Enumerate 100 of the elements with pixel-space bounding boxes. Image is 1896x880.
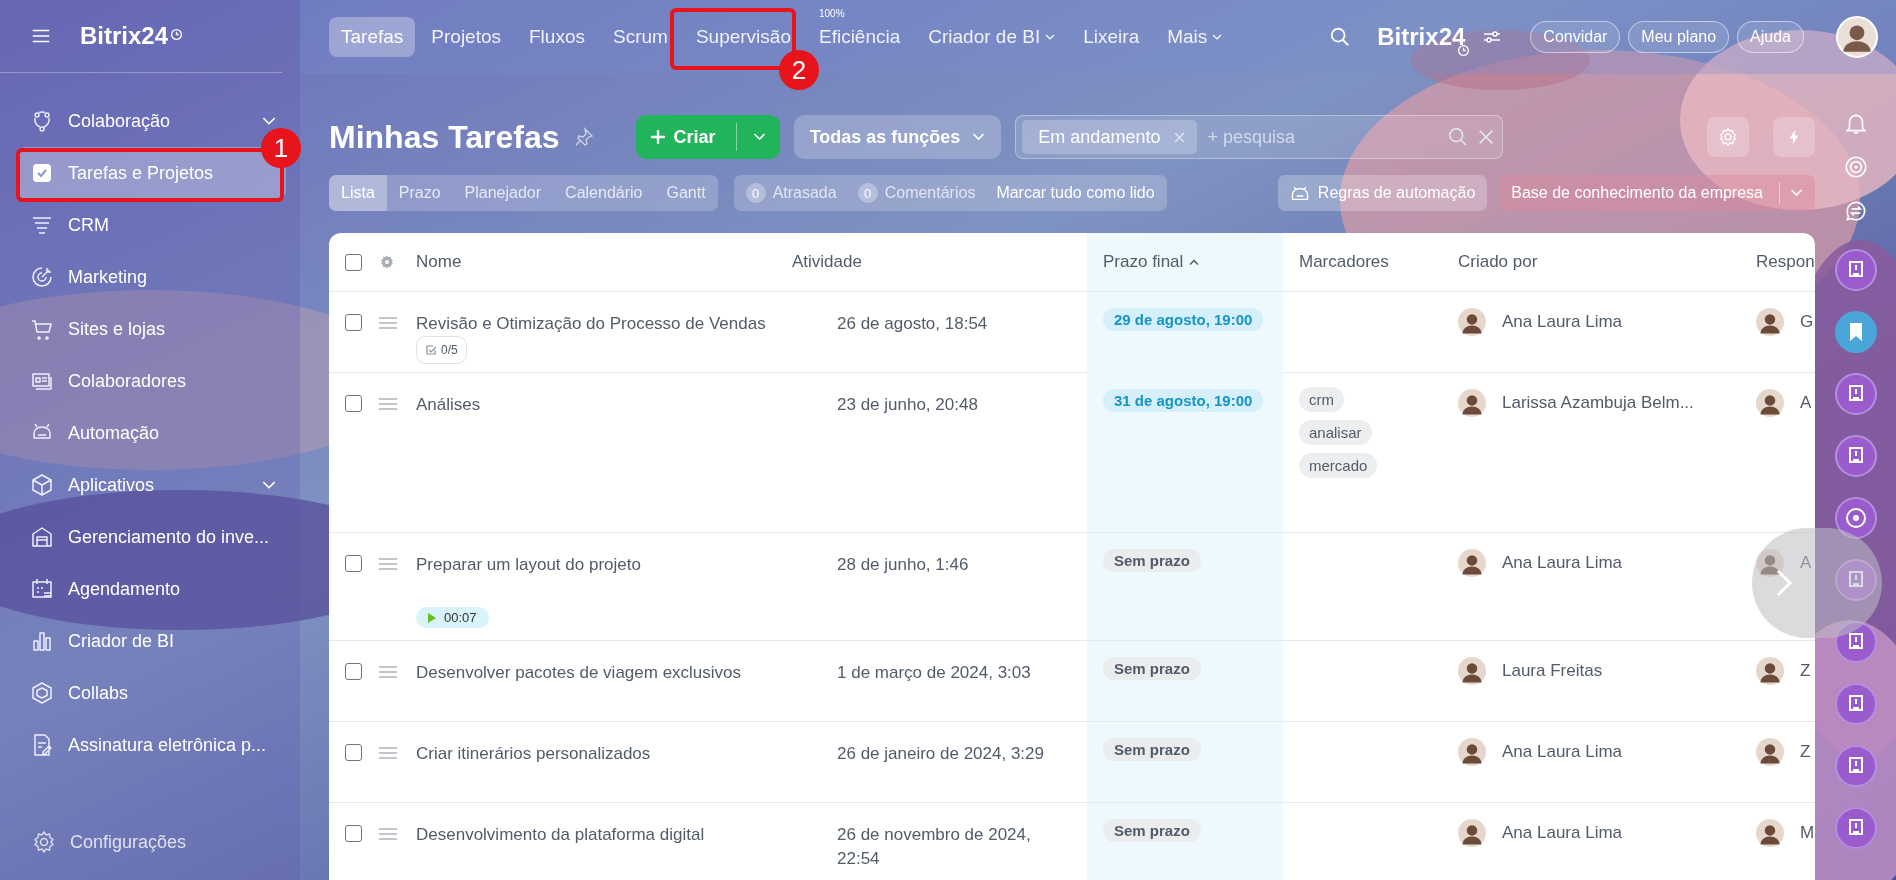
nav-tab[interactable]: Lixeira xyxy=(1071,17,1152,57)
nav-tab[interactable]: Fluxos xyxy=(517,17,597,57)
group-chat-icon[interactable] xyxy=(1833,372,1878,416)
creator-name[interactable]: Ana Laura Lima xyxy=(1502,312,1623,332)
sidebar-item[interactable]: Agendamento xyxy=(18,563,286,615)
checkbox[interactable] xyxy=(345,555,362,572)
sidebar-item[interactable]: Automação xyxy=(18,407,286,459)
creator-name[interactable]: Laura Freitas xyxy=(1502,661,1603,681)
column-header[interactable]: Nome xyxy=(416,252,462,272)
knowledge-base-button[interactable]: Base de conhecimento da empresa xyxy=(1499,175,1815,211)
responsible-name[interactable]: Z xyxy=(1800,742,1811,762)
task-name[interactable]: Preparar um layout do projeto xyxy=(416,555,641,574)
menu-item-icon xyxy=(30,265,54,289)
column-header[interactable]: Respon xyxy=(1756,252,1815,272)
bookmark-icon[interactable] xyxy=(1833,310,1878,354)
creator-name[interactable]: Ana Laura Lima xyxy=(1502,823,1623,843)
nav-tab[interactable]: Scrum xyxy=(601,17,680,57)
column-header[interactable]: Marcadores xyxy=(1299,252,1389,272)
sidebar-item[interactable]: Colaboradores xyxy=(18,355,286,407)
create-button[interactable]: Criar xyxy=(635,115,780,159)
nav-tab[interactable]: Criador de BI xyxy=(916,17,1068,57)
drag-handle-icon[interactable] xyxy=(379,665,397,679)
menu-item-icon xyxy=(30,525,54,549)
drag-handle-icon[interactable] xyxy=(379,557,397,571)
search-field[interactable]: Em andamento + pesquisa xyxy=(1015,115,1504,159)
nav-tab[interactable]: Mais xyxy=(1155,17,1235,57)
tag[interactable]: mercado xyxy=(1299,453,1378,478)
view-tab[interactable]: Planejador xyxy=(452,175,554,211)
responsible-name[interactable]: Z xyxy=(1800,661,1811,681)
sidebar-item[interactable]: Marketing xyxy=(18,251,286,303)
column-header[interactable]: Criado por xyxy=(1458,252,1538,272)
group-chat-icon[interactable] xyxy=(1833,620,1878,664)
creator-name[interactable]: Ana Laura Lima xyxy=(1502,553,1623,573)
sidebar-item[interactable]: Sites e lojas xyxy=(18,303,286,355)
nav-tab[interactable]: Projetos xyxy=(419,17,513,57)
filter-chip[interactable]: Em andamento xyxy=(1022,120,1198,154)
drag-handle-icon[interactable] xyxy=(379,397,397,411)
group-chat-icon[interactable] xyxy=(1833,744,1878,788)
column-header[interactable]: Atividade xyxy=(792,252,862,272)
deadline-badge[interactable]: Sem prazo xyxy=(1103,657,1201,680)
responsible-name[interactable]: A xyxy=(1800,553,1812,573)
avatar-icon xyxy=(1458,549,1486,577)
task-name[interactable]: Revisão e Otimização do Processo de Vendas xyxy=(416,314,766,333)
checkbox[interactable] xyxy=(345,314,362,331)
logo[interactable]: Bitrix24 xyxy=(1377,23,1466,51)
drag-handle-icon[interactable] xyxy=(379,316,397,330)
sidebar-item[interactable]: CRM xyxy=(18,199,286,251)
header-button[interactable]: Ajuda xyxy=(1737,21,1804,53)
sidebar-item[interactable]: Assinatura eletrônica p... xyxy=(18,719,286,771)
checklist-badge: 0/5 xyxy=(416,336,467,364)
pin-icon[interactable] xyxy=(573,127,594,147)
column-header[interactable]: Prazo final xyxy=(1103,252,1200,272)
checkbox[interactable] xyxy=(345,663,362,680)
drag-handle-icon[interactable] xyxy=(379,746,397,760)
mark-read-link[interactable]: Marcar tudo como lido xyxy=(996,184,1155,202)
task-name[interactable]: Criar itinerários personalizados xyxy=(416,744,651,763)
checkbox[interactable] xyxy=(345,395,362,412)
sidebar-item[interactable]: Aplicativos xyxy=(18,459,286,511)
group-chat-icon[interactable] xyxy=(1833,682,1878,726)
settings-item[interactable]: Configurações xyxy=(20,816,280,868)
logo[interactable]: Bitrix24 xyxy=(80,22,169,50)
view-tab[interactable]: Gantt xyxy=(654,175,718,211)
task-name[interactable]: Análises xyxy=(416,395,481,414)
role-filter[interactable]: Todas as funções xyxy=(793,115,1002,159)
responsible-name[interactable]: G xyxy=(1800,312,1814,332)
menu-item-icon xyxy=(30,577,54,601)
nav-tab[interactable]: Tarefas xyxy=(329,17,416,57)
view-tab[interactable]: Calendário xyxy=(553,175,655,211)
sliders-icon[interactable] xyxy=(1482,29,1503,45)
sidebar-item[interactable]: Criador de BI xyxy=(18,615,286,667)
task-name[interactable]: Desenvolvimento da plataforma digital xyxy=(416,825,705,844)
sidebar-item[interactable]: Collabs xyxy=(18,667,286,719)
tag[interactable]: analisar xyxy=(1299,420,1372,445)
task-name[interactable]: Desenvolver pacotes de viagem exclusivos xyxy=(416,663,742,682)
checkbox[interactable] xyxy=(345,253,362,271)
settings-icon[interactable] xyxy=(379,254,395,270)
view-tab[interactable]: Prazo xyxy=(386,175,453,211)
group-chat-icon[interactable] xyxy=(1833,806,1878,850)
activity-date: 26 de janeiro de 2024, 3:29 xyxy=(837,743,1044,765)
drag-handle-icon[interactable] xyxy=(379,827,397,841)
checkbox[interactable] xyxy=(345,825,362,842)
creator-name[interactable]: Larissa Azambuja Belm... xyxy=(1502,393,1694,413)
deadline-badge[interactable]: Sem prazo xyxy=(1103,549,1201,572)
header-button[interactable]: Meu plano xyxy=(1628,21,1730,53)
sidebar-item[interactable]: Gerenciamento do inve... xyxy=(18,511,286,563)
responsible-name[interactable]: A xyxy=(1800,393,1812,413)
deadline-badge[interactable]: Sem prazo xyxy=(1103,819,1201,842)
deadline-badge[interactable]: 31 de agosto, 19:00 xyxy=(1103,389,1264,412)
deadline-badge[interactable]: 29 de agosto, 19:00 xyxy=(1103,308,1264,331)
group-chat-icon[interactable] xyxy=(1833,434,1878,478)
tag[interactable]: crm xyxy=(1299,387,1344,412)
group-chat-icon[interactable] xyxy=(1833,248,1878,292)
header-button[interactable]: Convidar xyxy=(1530,21,1621,53)
search-icon[interactable] xyxy=(1329,26,1352,48)
checkbox[interactable] xyxy=(345,744,362,761)
timer-badge[interactable]: 00:07 xyxy=(416,607,489,628)
deadline-badge[interactable]: Sem prazo xyxy=(1103,738,1201,761)
creator-name[interactable]: Ana Laura Lima xyxy=(1502,742,1623,762)
responsible-name[interactable]: M xyxy=(1800,823,1815,843)
menu-item-icon xyxy=(30,629,54,653)
